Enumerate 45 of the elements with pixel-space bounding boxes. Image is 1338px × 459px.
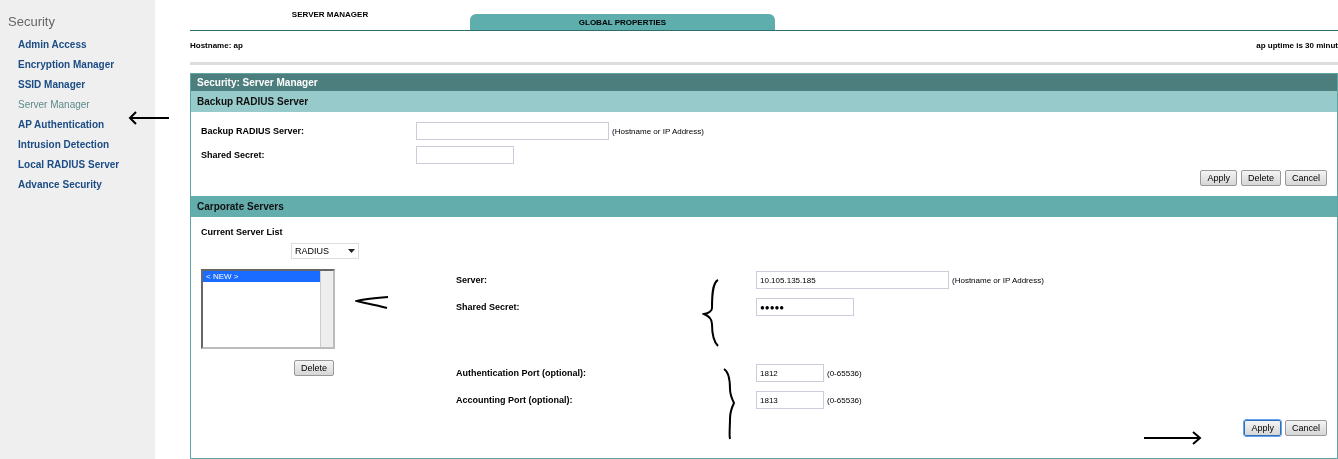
input-field[interactable]: 10.105.135.185 bbox=[756, 271, 949, 289]
right-arrow-drawing bbox=[1143, 430, 1203, 446]
field-label: Shared Secret: bbox=[456, 302, 521, 312]
delete-button[interactable]: Delete bbox=[294, 360, 334, 376]
sidebar-link[interactable]: Local RADIUS Server bbox=[18, 159, 120, 170]
sidebar-link[interactable]: Admin Access bbox=[18, 39, 87, 50]
left-arrow-drawing bbox=[128, 111, 170, 125]
input-field[interactable] bbox=[416, 122, 609, 140]
field-label: Accounting Port (optional): bbox=[456, 395, 574, 405]
sidebar-link[interactable]: SSID Manager bbox=[18, 79, 86, 90]
action-button[interactable]: Cancel bbox=[1285, 170, 1327, 186]
action-button[interactable]: Apply bbox=[1244, 420, 1281, 436]
input-field[interactable] bbox=[416, 146, 514, 164]
uptime-text: ap uptime is 30 minut bbox=[1256, 41, 1338, 50]
input-field[interactable]: ●●●●● bbox=[756, 298, 854, 316]
action-button[interactable]: Cancel bbox=[1285, 420, 1327, 436]
sidebar-link[interactable]: Encryption Manager bbox=[18, 59, 115, 70]
action-button[interactable]: Delete bbox=[1240, 170, 1281, 186]
sidebar-link[interactable]: AP Authentication bbox=[18, 119, 105, 130]
input-field[interactable]: 1813 bbox=[756, 391, 824, 409]
input-field[interactable]: 1812 bbox=[756, 364, 824, 382]
field-label: Shared Secret: bbox=[201, 150, 266, 160]
hostname-text: Hostname: ap bbox=[190, 41, 243, 50]
field-hint: (0-65536) bbox=[827, 368, 862, 378]
sidebar-title: Security bbox=[8, 14, 55, 29]
panel-title: Security: Server Manager bbox=[191, 74, 1337, 91]
field-label: Server: bbox=[456, 275, 489, 285]
sidebar-link[interactable]: Advance Security bbox=[18, 179, 102, 190]
action-button[interactable]: Apply bbox=[1200, 170, 1237, 186]
server-listbox[interactable]: < NEW > bbox=[201, 269, 335, 349]
protocol-dropdown[interactable]: RADIUS bbox=[291, 243, 359, 259]
field-hint: (Hostname or IP Address) bbox=[952, 275, 1044, 285]
list-item[interactable]: < NEW > bbox=[203, 271, 320, 282]
field-label: Authentication Port (optional): bbox=[456, 368, 587, 378]
field-label: Backup RADIUS Server: bbox=[201, 126, 306, 136]
section-header: Backup RADIUS Server bbox=[191, 91, 1337, 112]
field-hint: (0-65536) bbox=[827, 395, 862, 405]
sidebar-link[interactable]: Intrusion Detection bbox=[18, 139, 110, 150]
list-label: Current Server List bbox=[201, 227, 284, 237]
dropdown-caret-icon bbox=[348, 249, 355, 253]
tab[interactable]: GLOBAL PROPERTIES bbox=[470, 14, 775, 30]
field-hint: (Hostname or IP Address) bbox=[612, 126, 704, 136]
section-header: Carporate Servers bbox=[191, 196, 1337, 217]
sidebar-link[interactable]: Server Manager bbox=[18, 99, 90, 110]
scrollbar[interactable] bbox=[320, 271, 333, 347]
